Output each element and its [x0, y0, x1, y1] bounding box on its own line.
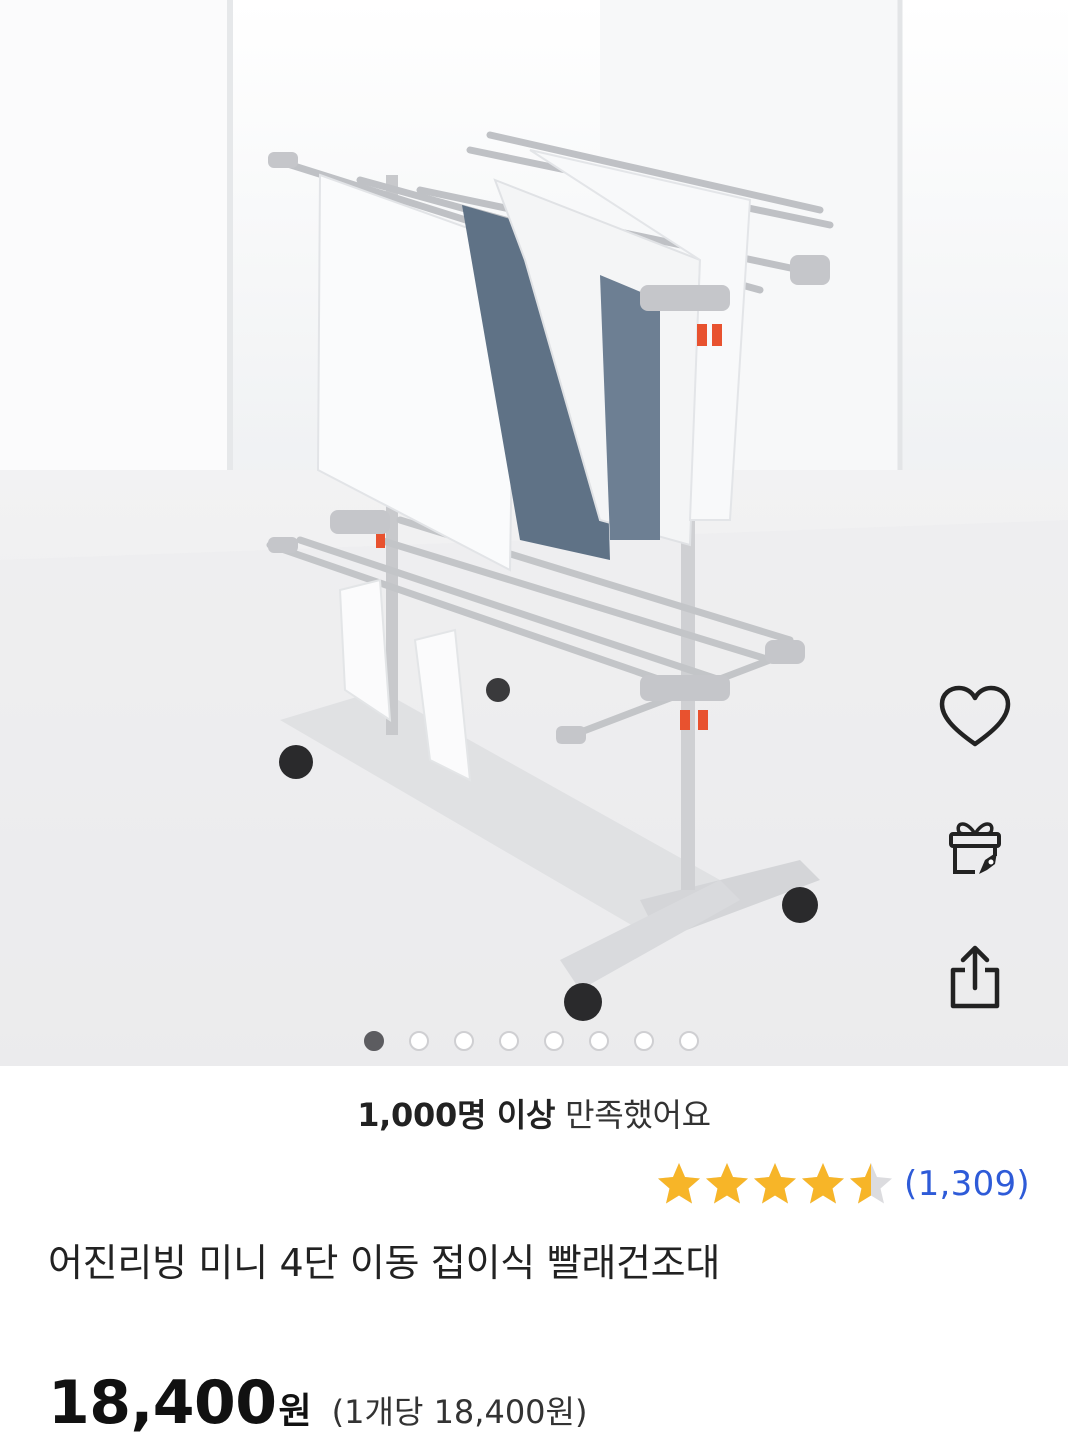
product-title: 어진리빙 미니 4단 이동 접이식 빨래건조대 [48, 1241, 720, 1285]
unit-price: (1개당 18,400원) [331, 1393, 588, 1431]
share-button[interactable] [930, 932, 1020, 1022]
pagination-dot[interactable] [499, 1031, 519, 1051]
star-icon [754, 1163, 797, 1204]
gift-icon [949, 822, 1001, 874]
star-icon [706, 1163, 749, 1204]
pagination-dot[interactable] [634, 1031, 654, 1051]
product-image [0, 0, 1068, 1066]
share-icon [950, 945, 1000, 1009]
price-value: 18,400 [48, 1368, 277, 1438]
pagination-dot[interactable] [679, 1031, 699, 1051]
image-pagination[interactable] [364, 1031, 699, 1053]
pagination-dot[interactable] [364, 1031, 384, 1051]
star-rating [656, 1161, 894, 1207]
price-row: 18,400 원 (1개당 18,400원) [48, 1368, 587, 1438]
satisfaction-text: 1,000명 이상 만족했어요 [0, 1090, 1068, 1136]
gift-button[interactable] [930, 802, 1020, 892]
heart-icon [939, 685, 1011, 747]
star-icon [850, 1163, 893, 1204]
pagination-dot[interactable] [544, 1031, 564, 1051]
rating-summary[interactable]: (1,309) [656, 1158, 1030, 1210]
product-image-gallery[interactable] [0, 0, 1068, 1066]
satisfaction-suffix: 만족했어요 [555, 1096, 711, 1134]
star-icon [802, 1163, 845, 1204]
review-count-link[interactable]: (1,309) [904, 1164, 1030, 1204]
wishlist-button[interactable] [930, 672, 1020, 762]
pagination-dot[interactable] [589, 1031, 609, 1051]
pagination-dot[interactable] [454, 1031, 474, 1051]
price-currency: 원 [278, 1391, 312, 1432]
satisfaction-highlight: 1,000명 이상 [357, 1096, 556, 1134]
star-icon [658, 1163, 701, 1204]
pagination-dot[interactable] [409, 1031, 429, 1051]
